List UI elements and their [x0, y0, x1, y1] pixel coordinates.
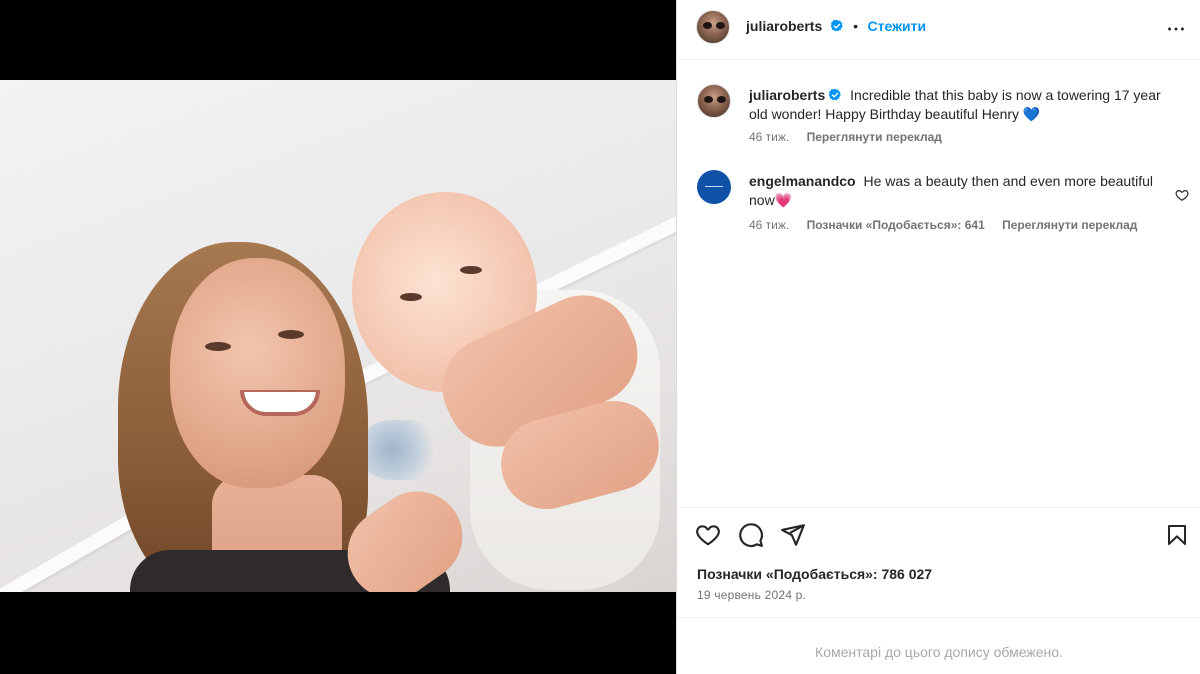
comments-limited-notice: Коментарі до цього допису обмежено.: [815, 644, 1063, 660]
post-date[interactable]: 19 червень 2024 р.: [697, 588, 806, 602]
post-side-panel: juliaroberts • Стежити juliaroberts Incr…: [676, 0, 1200, 674]
more-horizontal-icon[interactable]: [1165, 18, 1187, 40]
post-caption: juliaroberts Incredible that this baby i…: [697, 84, 1167, 154]
photo-baby-eye: [400, 293, 422, 301]
caption-age[interactable]: 46 тиж.: [749, 130, 789, 144]
comment-translate-link[interactable]: Переглянути переклад: [1002, 218, 1137, 232]
comment-likes-link[interactable]: Позначки «Подобається»: 641: [807, 218, 985, 232]
comment-icon[interactable]: [738, 522, 764, 548]
post-actions-bar: Позначки «Подобається»: 786 027 19 черве…: [677, 507, 1200, 617]
post-header: juliaroberts • Стежити: [677, 0, 1200, 60]
photo-woman-eye: [278, 330, 304, 339]
post-likes-count[interactable]: Позначки «Подобається»: 786 027: [697, 566, 932, 582]
caption-username[interactable]: juliaroberts: [749, 87, 825, 103]
comment-item: engelmanandco He was a beauty then and e…: [697, 170, 1189, 240]
post-media-panel: [0, 0, 676, 674]
caption-meta: 46 тиж. Переглянути переклад: [749, 130, 956, 144]
separator-dot: •: [853, 18, 859, 34]
photo-background-plant: [360, 420, 440, 480]
caption-author-avatar[interactable]: [697, 84, 731, 118]
avatar-sunglasses: [704, 96, 726, 103]
bookmark-icon[interactable]: [1165, 522, 1189, 548]
post-photo[interactable]: [0, 80, 676, 592]
author-username[interactable]: juliaroberts: [746, 18, 822, 34]
caption-translate-link[interactable]: Переглянути переклад: [807, 130, 942, 144]
commenter-avatar[interactable]: [697, 170, 731, 204]
verified-badge-icon: [829, 88, 842, 101]
comment-heart-icon[interactable]: [1175, 188, 1189, 202]
commenter-username[interactable]: engelmanandco: [749, 173, 856, 189]
comment-age[interactable]: 46 тиж.: [749, 218, 789, 232]
comments-list[interactable]: juliaroberts Incredible that this baby i…: [677, 60, 1200, 507]
author-avatar[interactable]: [696, 10, 730, 44]
comment-meta: 46 тиж. Позначки «Подобається»: 641 Пере…: [749, 218, 1151, 232]
follow-button[interactable]: Стежити: [868, 18, 927, 34]
avatar-sunglasses: [703, 22, 725, 29]
photo-woman-face: [170, 258, 345, 488]
heart-icon[interactable]: [695, 522, 721, 548]
verified-badge-icon: [830, 19, 843, 32]
header-author-line: juliaroberts • Стежити: [746, 18, 926, 36]
photo-woman-eye: [205, 342, 231, 351]
share-icon[interactable]: [780, 522, 806, 548]
comment-text-block: engelmanandco He was a beauty then and e…: [749, 172, 1169, 210]
photo-baby-eye: [460, 266, 482, 274]
comment-footer: Коментарі до цього допису обмежено.: [677, 617, 1200, 674]
caption-text-block: juliaroberts Incredible that this baby i…: [749, 86, 1169, 124]
